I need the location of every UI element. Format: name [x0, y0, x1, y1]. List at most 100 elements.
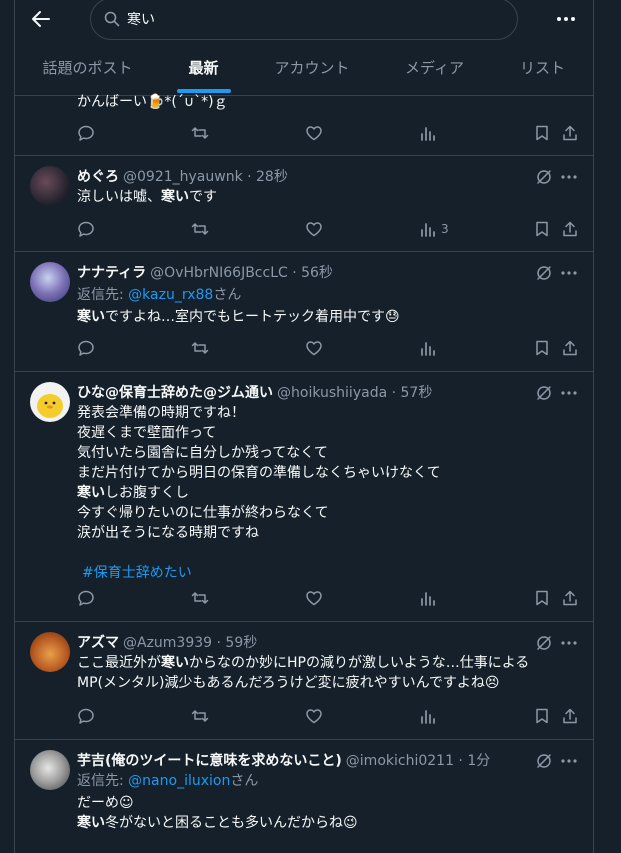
tweet[interactable]: 芋吉(俺のツイートに意味を求めないこと) @imokichi0211 · 1分 返…	[15, 740, 593, 853]
text: からなのか妙にHPの減りが激しいような…仕事による	[189, 655, 530, 671]
avatar[interactable]	[30, 382, 70, 422]
display-name[interactable]: めぐろ	[77, 169, 119, 185]
reply-link[interactable]: @nano_iluxion	[128, 773, 230, 789]
tweet[interactable]: アズマ @Azum3939 · 59秒 ここ最近外が寒いからなのか妙にHPの減りが…	[15, 622, 593, 740]
retweet-icon[interactable]	[191, 589, 209, 609]
handle-and-time[interactable]: @imokichi0211 · 1分	[346, 753, 490, 769]
back-arrow-icon[interactable]	[31, 9, 51, 29]
bookmark-icon[interactable]	[533, 707, 551, 727]
handle-and-time[interactable]: @OvHbrNI66JBccLC · 56秒	[150, 265, 333, 281]
reply-icon[interactable]	[77, 220, 95, 240]
like-icon[interactable]	[305, 339, 323, 359]
more-icon[interactable]	[560, 264, 578, 282]
grok-icon[interactable]	[535, 634, 553, 652]
more-icon[interactable]	[560, 384, 578, 402]
views-icon[interactable]: 3	[419, 220, 449, 240]
tab-top[interactable]: 話題のポスト	[15, 46, 160, 95]
tweet[interactable]: めぐろ @0921_hyauwnk · 28秒 涼しいは嘘、寒いです 3	[15, 156, 593, 252]
text: 冬がないと困ることも多いんだからね😉	[105, 815, 358, 831]
more-icon[interactable]	[560, 168, 578, 186]
tweet[interactable]: かんばーい🍺*(´∪`*)ｇ	[15, 94, 593, 156]
tweet-text: 発表会準備の時期ですね！ 夜遅くまで壁面作って 気付いたら園舎に自分しか残ってな…	[77, 403, 577, 583]
display-name[interactable]: 芋吉(俺のツイートに意味を求めないこと)	[77, 753, 342, 769]
tab-latest[interactable]: 最新	[160, 46, 247, 95]
tweet-actions	[77, 124, 587, 144]
views-icon[interactable]	[419, 589, 437, 609]
grok-icon[interactable]	[535, 752, 553, 770]
reply-icon[interactable]	[77, 124, 95, 144]
tweet-text: ここ最近外が寒いからなのか妙にHPの減りが激しいような…仕事による MP(メンタ…	[77, 653, 577, 693]
tweet-text: 返信先: @nano_iluxionさん だーめ☺ 寒い冬がないと困ることも多い…	[77, 771, 577, 833]
avatar[interactable]	[30, 166, 70, 206]
avatar[interactable]	[30, 750, 70, 790]
tweet-header: 芋吉(俺のツイートに意味を求めないこと) @imokichi0211 · 1分	[77, 750, 490, 770]
views-count: 3	[441, 222, 449, 236]
retweet-icon[interactable]	[191, 339, 209, 359]
reply-icon[interactable]	[77, 589, 95, 609]
tweet-line: 気付いたら園舎に自分しか残ってなくて	[77, 445, 328, 461]
highlight: 寒い	[161, 189, 189, 205]
retweet-icon[interactable]	[191, 124, 209, 144]
share-icon[interactable]	[561, 707, 579, 727]
handle-and-time[interactable]: @0921_hyauwnk · 28秒	[123, 169, 288, 185]
bookmark-icon[interactable]	[533, 339, 551, 359]
search-icon	[104, 11, 120, 27]
reply-link[interactable]: @kazu_rx88	[128, 287, 213, 303]
highlight: 寒い	[161, 655, 189, 671]
tab-lists[interactable]: リスト	[492, 46, 593, 95]
grok-icon[interactable]	[535, 384, 553, 402]
tweet-actions: 3	[77, 220, 587, 240]
tweet-line: かんばーい🍺*(´∪`*)ｇ	[77, 94, 228, 110]
grok-icon[interactable]	[535, 264, 553, 282]
tweet[interactable]: ひな@保育士辞めた@ジム通い @hoikushiiyada · 57秒 発表会準備…	[15, 372, 593, 622]
handle-and-time[interactable]: @Azum3939 · 59秒	[123, 635, 257, 651]
display-name[interactable]: ナナティラ	[77, 265, 146, 281]
tab-media[interactable]: メディア	[377, 46, 492, 95]
handle-and-time[interactable]: @hoikushiiyada · 57秒	[277, 385, 432, 401]
reply-suffix: さん	[230, 773, 259, 789]
tweet-actions	[77, 707, 587, 727]
tab-accounts[interactable]: アカウント	[247, 46, 377, 95]
share-icon[interactable]	[561, 589, 579, 609]
highlight: 寒い	[77, 309, 105, 325]
search-box[interactable]	[90, 0, 518, 40]
bookmark-icon[interactable]	[533, 220, 551, 240]
tweet-header: めぐろ @0921_hyauwnk · 28秒	[77, 166, 288, 186]
retweet-icon[interactable]	[191, 707, 209, 727]
hashtag-link[interactable]: #保育士辞めたい	[82, 565, 192, 581]
like-icon[interactable]	[305, 220, 323, 240]
highlight: 寒い	[77, 815, 105, 831]
views-icon[interactable]	[419, 124, 437, 144]
more-icon[interactable]	[560, 634, 578, 652]
like-icon[interactable]	[305, 124, 323, 144]
more-icon[interactable]	[555, 8, 577, 30]
tweet-actions	[77, 339, 587, 359]
bookmark-icon[interactable]	[533, 124, 551, 144]
views-icon[interactable]	[419, 707, 437, 727]
search-input[interactable]	[125, 8, 499, 30]
retweet-icon[interactable]	[191, 220, 209, 240]
share-icon[interactable]	[561, 124, 579, 144]
tab-label: 話題のポスト	[42, 59, 133, 77]
avatar[interactable]	[30, 632, 70, 672]
reply-icon[interactable]	[77, 707, 95, 727]
tweet-actions	[77, 589, 587, 609]
reply-prefix: 返信先:	[77, 773, 124, 789]
like-icon[interactable]	[305, 707, 323, 727]
text: ここ最近外が	[77, 655, 161, 671]
avatar[interactable]	[30, 262, 70, 302]
grok-icon[interactable]	[535, 168, 553, 186]
bookmark-icon[interactable]	[533, 589, 551, 609]
tab-label: アカウント	[274, 59, 350, 77]
share-icon[interactable]	[561, 220, 579, 240]
more-icon[interactable]	[560, 752, 578, 770]
share-icon[interactable]	[561, 339, 579, 359]
reply-suffix: さん	[213, 287, 242, 303]
views-icon[interactable]	[419, 339, 437, 359]
display-name[interactable]: アズマ	[77, 635, 119, 651]
tweet[interactable]: ナナティラ @OvHbrNI66JBccLC · 56秒 返信先: @kazu_r…	[15, 252, 593, 372]
like-icon[interactable]	[305, 589, 323, 609]
reply-icon[interactable]	[77, 339, 95, 359]
tweet-line: 発表会準備の時期ですね！	[77, 405, 245, 421]
display-name[interactable]: ひな@保育士辞めた@ジム通い	[77, 385, 273, 401]
